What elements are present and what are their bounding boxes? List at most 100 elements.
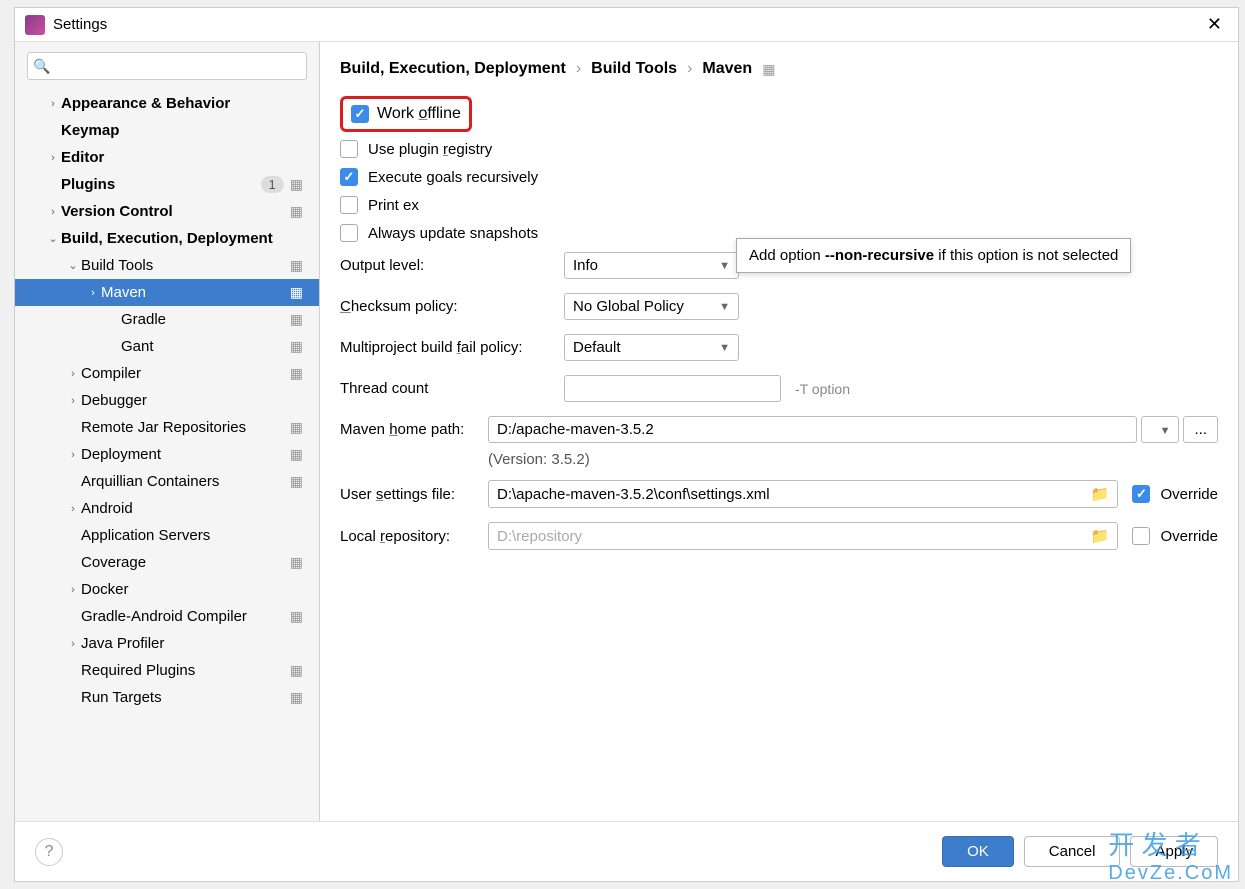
chevron-icon: › — [65, 584, 81, 596]
multiproject-select[interactable]: Default ▼ — [564, 334, 739, 361]
output-level-label: Output level: — [340, 257, 564, 274]
tree-item-appearance-behavior[interactable]: ›Appearance & Behavior — [15, 90, 319, 117]
search-input[interactable] — [27, 52, 307, 80]
apply-button[interactable]: Apply — [1130, 836, 1218, 867]
folder-icon[interactable]: 📁 — [1091, 485, 1110, 503]
tree-item-gradle-android-compiler[interactable]: Gradle-Android Compiler▦ — [15, 603, 319, 630]
breadcrumb-part[interactable]: Build Tools — [591, 60, 677, 78]
thread-count-input[interactable] — [564, 375, 781, 402]
button-bar: ? OK Cancel Apply — [15, 821, 1238, 881]
tree-item-deployment[interactable]: ›Deployment▦ — [15, 441, 319, 468]
breadcrumb-part[interactable]: Build, Execution, Deployment — [340, 60, 566, 78]
gear-icon: ▦ — [290, 203, 303, 220]
tree-item-run-targets[interactable]: Run Targets▦ — [15, 684, 319, 711]
local-repo-input[interactable]: D:\repository 📁 — [488, 522, 1118, 550]
work-offline-checkbox[interactable] — [351, 105, 369, 123]
gear-icon: ▦ — [290, 365, 303, 382]
tree-item-required-plugins[interactable]: Required Plugins▦ — [15, 657, 319, 684]
print-exception-checkbox[interactable] — [340, 196, 358, 214]
search-box: 🔍 — [27, 52, 307, 80]
tree-item-editor[interactable]: ›Editor — [15, 144, 319, 171]
tree-item-docker[interactable]: ›Docker — [15, 576, 319, 603]
maven-home-input[interactable]: D:/apache-maven-3.5.2 — [488, 416, 1137, 443]
tree-item-label: Gradle-Android Compiler — [81, 608, 290, 625]
maven-home-dropdown[interactable]: ▼ — [1141, 416, 1180, 443]
tree-item-label: Version Control — [61, 203, 290, 220]
execute-goals-checkbox[interactable] — [340, 168, 358, 186]
ok-button[interactable]: OK — [942, 836, 1014, 867]
work-offline-label: Work offline — [377, 105, 461, 123]
close-icon[interactable]: ✕ — [1201, 14, 1228, 35]
execute-goals-label: Execute goals recursively — [368, 169, 538, 186]
tree-item-android[interactable]: ›Android — [15, 495, 319, 522]
tree-item-label: Build Tools — [81, 257, 290, 274]
tree-item-label: Application Servers — [81, 527, 311, 544]
always-update-label: Always update snapshots — [368, 225, 538, 242]
tree-item-remote-jar-repositories[interactable]: Remote Jar Repositories▦ — [15, 414, 319, 441]
breadcrumb: Build, Execution, Deployment › Build Too… — [340, 60, 1218, 78]
folder-icon[interactable]: 📁 — [1091, 527, 1110, 545]
tree-item-arquillian-containers[interactable]: Arquillian Containers▦ — [15, 468, 319, 495]
tree-item-coverage[interactable]: Coverage▦ — [15, 549, 319, 576]
sidebar: 🔍 ›Appearance & BehaviorKeymap›EditorPlu… — [15, 42, 320, 821]
user-settings-label: User settings file: — [340, 486, 488, 503]
tree-item-plugins[interactable]: Plugins1▦ — [15, 171, 319, 198]
help-button[interactable]: ? — [35, 838, 63, 866]
user-settings-override-checkbox[interactable] — [1132, 485, 1150, 503]
maven-version-note: (Version: 3.5.2) — [488, 451, 1218, 468]
gear-icon: ▦ — [290, 689, 303, 706]
chevron-down-icon: ▼ — [719, 301, 730, 313]
tree-item-build-execution-deployment[interactable]: ⌄Build, Execution, Deployment — [15, 225, 319, 252]
print-exception-label: Print ex — [368, 197, 419, 214]
tree-item-label: Editor — [61, 149, 311, 166]
tree-item-label: Remote Jar Repositories — [81, 419, 290, 436]
tree-item-build-tools[interactable]: ⌄Build Tools▦ — [15, 252, 319, 279]
thread-count-label: Thread count — [340, 380, 564, 397]
chevron-icon: › — [45, 98, 61, 110]
main-area: 🔍 ›Appearance & BehaviorKeymap›EditorPlu… — [15, 42, 1238, 821]
tree-item-application-servers[interactable]: Application Servers — [15, 522, 319, 549]
window-title: Settings — [53, 16, 1201, 33]
cancel-button[interactable]: Cancel — [1024, 836, 1121, 867]
tree-item-maven[interactable]: ›Maven▦ — [15, 279, 319, 306]
chevron-icon: ⌄ — [45, 232, 61, 245]
tree-item-version-control[interactable]: ›Version Control▦ — [15, 198, 319, 225]
settings-window: Settings ✕ 🔍 ›Appearance & BehaviorKeyma… — [14, 7, 1239, 882]
user-settings-input[interactable]: D:\apache-maven-3.5.2\conf\settings.xml … — [488, 480, 1118, 508]
always-update-checkbox[interactable] — [340, 224, 358, 242]
highlighted-option: Work offline — [340, 96, 472, 132]
output-level-select[interactable]: Info ▼ — [564, 252, 739, 279]
override-label: Override — [1160, 486, 1218, 503]
tree-item-debugger[interactable]: ›Debugger — [15, 387, 319, 414]
checksum-policy-select[interactable]: No Global Policy ▼ — [564, 293, 739, 320]
gear-icon: ▦ — [290, 311, 303, 328]
local-repo-override-checkbox[interactable] — [1132, 527, 1150, 545]
tree-item-label: Compiler — [81, 365, 290, 382]
gear-icon: ▦ — [290, 257, 303, 274]
chevron-icon: › — [45, 152, 61, 164]
tree-item-keymap[interactable]: Keymap — [15, 117, 319, 144]
chevron-icon: › — [65, 368, 81, 380]
tree-item-label: Coverage — [81, 554, 290, 571]
gear-icon: ▦ — [290, 446, 303, 463]
plugin-registry-checkbox[interactable] — [340, 140, 358, 158]
badge: 1 — [261, 176, 284, 193]
tree-item-label: Build, Execution, Deployment — [61, 230, 311, 247]
gear-icon: ▦ — [290, 284, 303, 301]
chevron-down-icon: ▼ — [719, 342, 730, 354]
gear-icon: ▦ — [290, 338, 303, 355]
tree-item-label: Plugins — [61, 176, 261, 193]
thread-count-hint: -T option — [795, 381, 850, 397]
tree-item-label: Gradle — [121, 311, 290, 328]
override-label: Override — [1160, 528, 1218, 545]
gear-icon: ▦ — [290, 608, 303, 625]
gear-icon: ▦ — [290, 473, 303, 490]
tree-item-compiler[interactable]: ›Compiler▦ — [15, 360, 319, 387]
chevron-icon: ⌄ — [65, 259, 81, 272]
tree-item-gradle[interactable]: Gradle▦ — [15, 306, 319, 333]
tree-item-gant[interactable]: Gant▦ — [15, 333, 319, 360]
tree-item-java-profiler[interactable]: ›Java Profiler — [15, 630, 319, 657]
maven-home-browse-button[interactable]: ... — [1183, 416, 1218, 443]
plugin-registry-label: Use plugin registry — [368, 141, 492, 158]
breadcrumb-part: Maven — [702, 60, 752, 78]
